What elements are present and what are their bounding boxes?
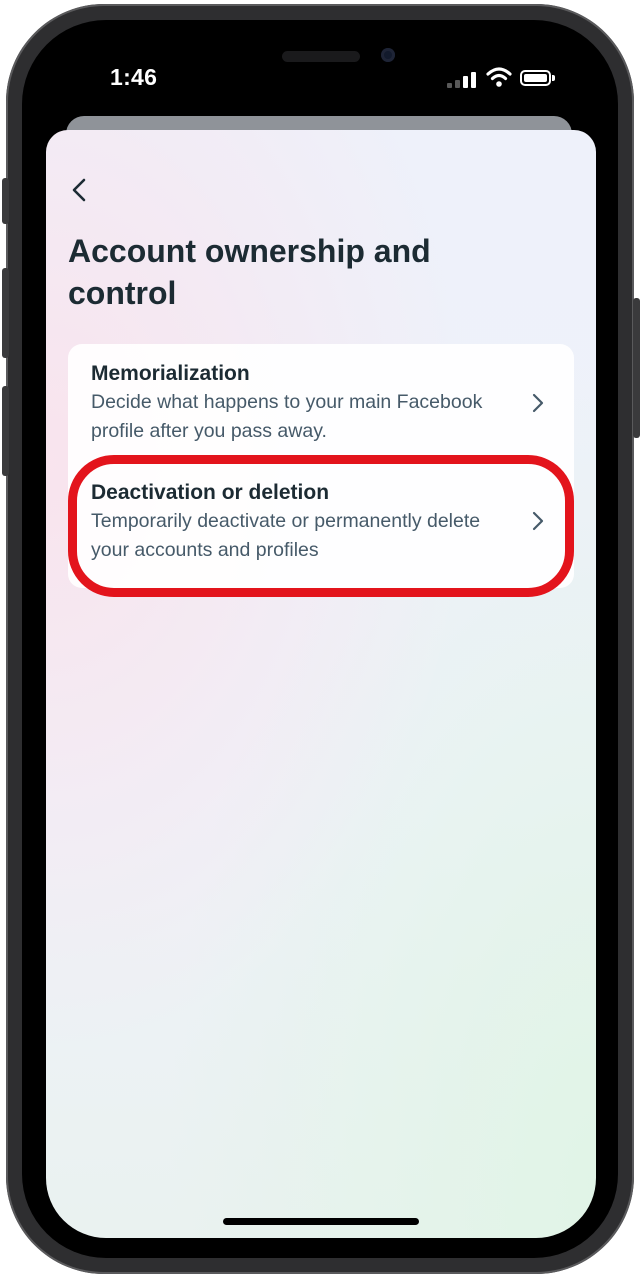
power-button: [633, 298, 640, 438]
volume-down-button: [2, 386, 9, 476]
battery-cap: [552, 75, 555, 81]
chevron-right-icon: [532, 393, 544, 413]
chevron-left-icon[interactable]: [66, 176, 94, 204]
highlight-annotation: [68, 455, 574, 597]
mute-switch: [2, 178, 9, 224]
home-indicator: [223, 1218, 419, 1225]
wifi-icon: [486, 67, 512, 87]
earpiece-speaker: [282, 51, 360, 62]
cellular-signal-icon: [447, 70, 481, 88]
volume-up-button: [2, 268, 9, 358]
page-title: Account ownership and control: [68, 233, 431, 311]
memorialization-item[interactable]: Memorialization Decide what happens to y…: [68, 344, 574, 462]
front-camera: [381, 48, 395, 62]
status-time: 1:46: [110, 64, 158, 90]
item-description: Decide what happens to your main Faceboo…: [91, 391, 483, 442]
settings-sheet: Account ownership and control Memorializ…: [46, 130, 596, 1238]
battery-icon: [520, 70, 551, 86]
item-title: Memorialization: [91, 362, 250, 385]
